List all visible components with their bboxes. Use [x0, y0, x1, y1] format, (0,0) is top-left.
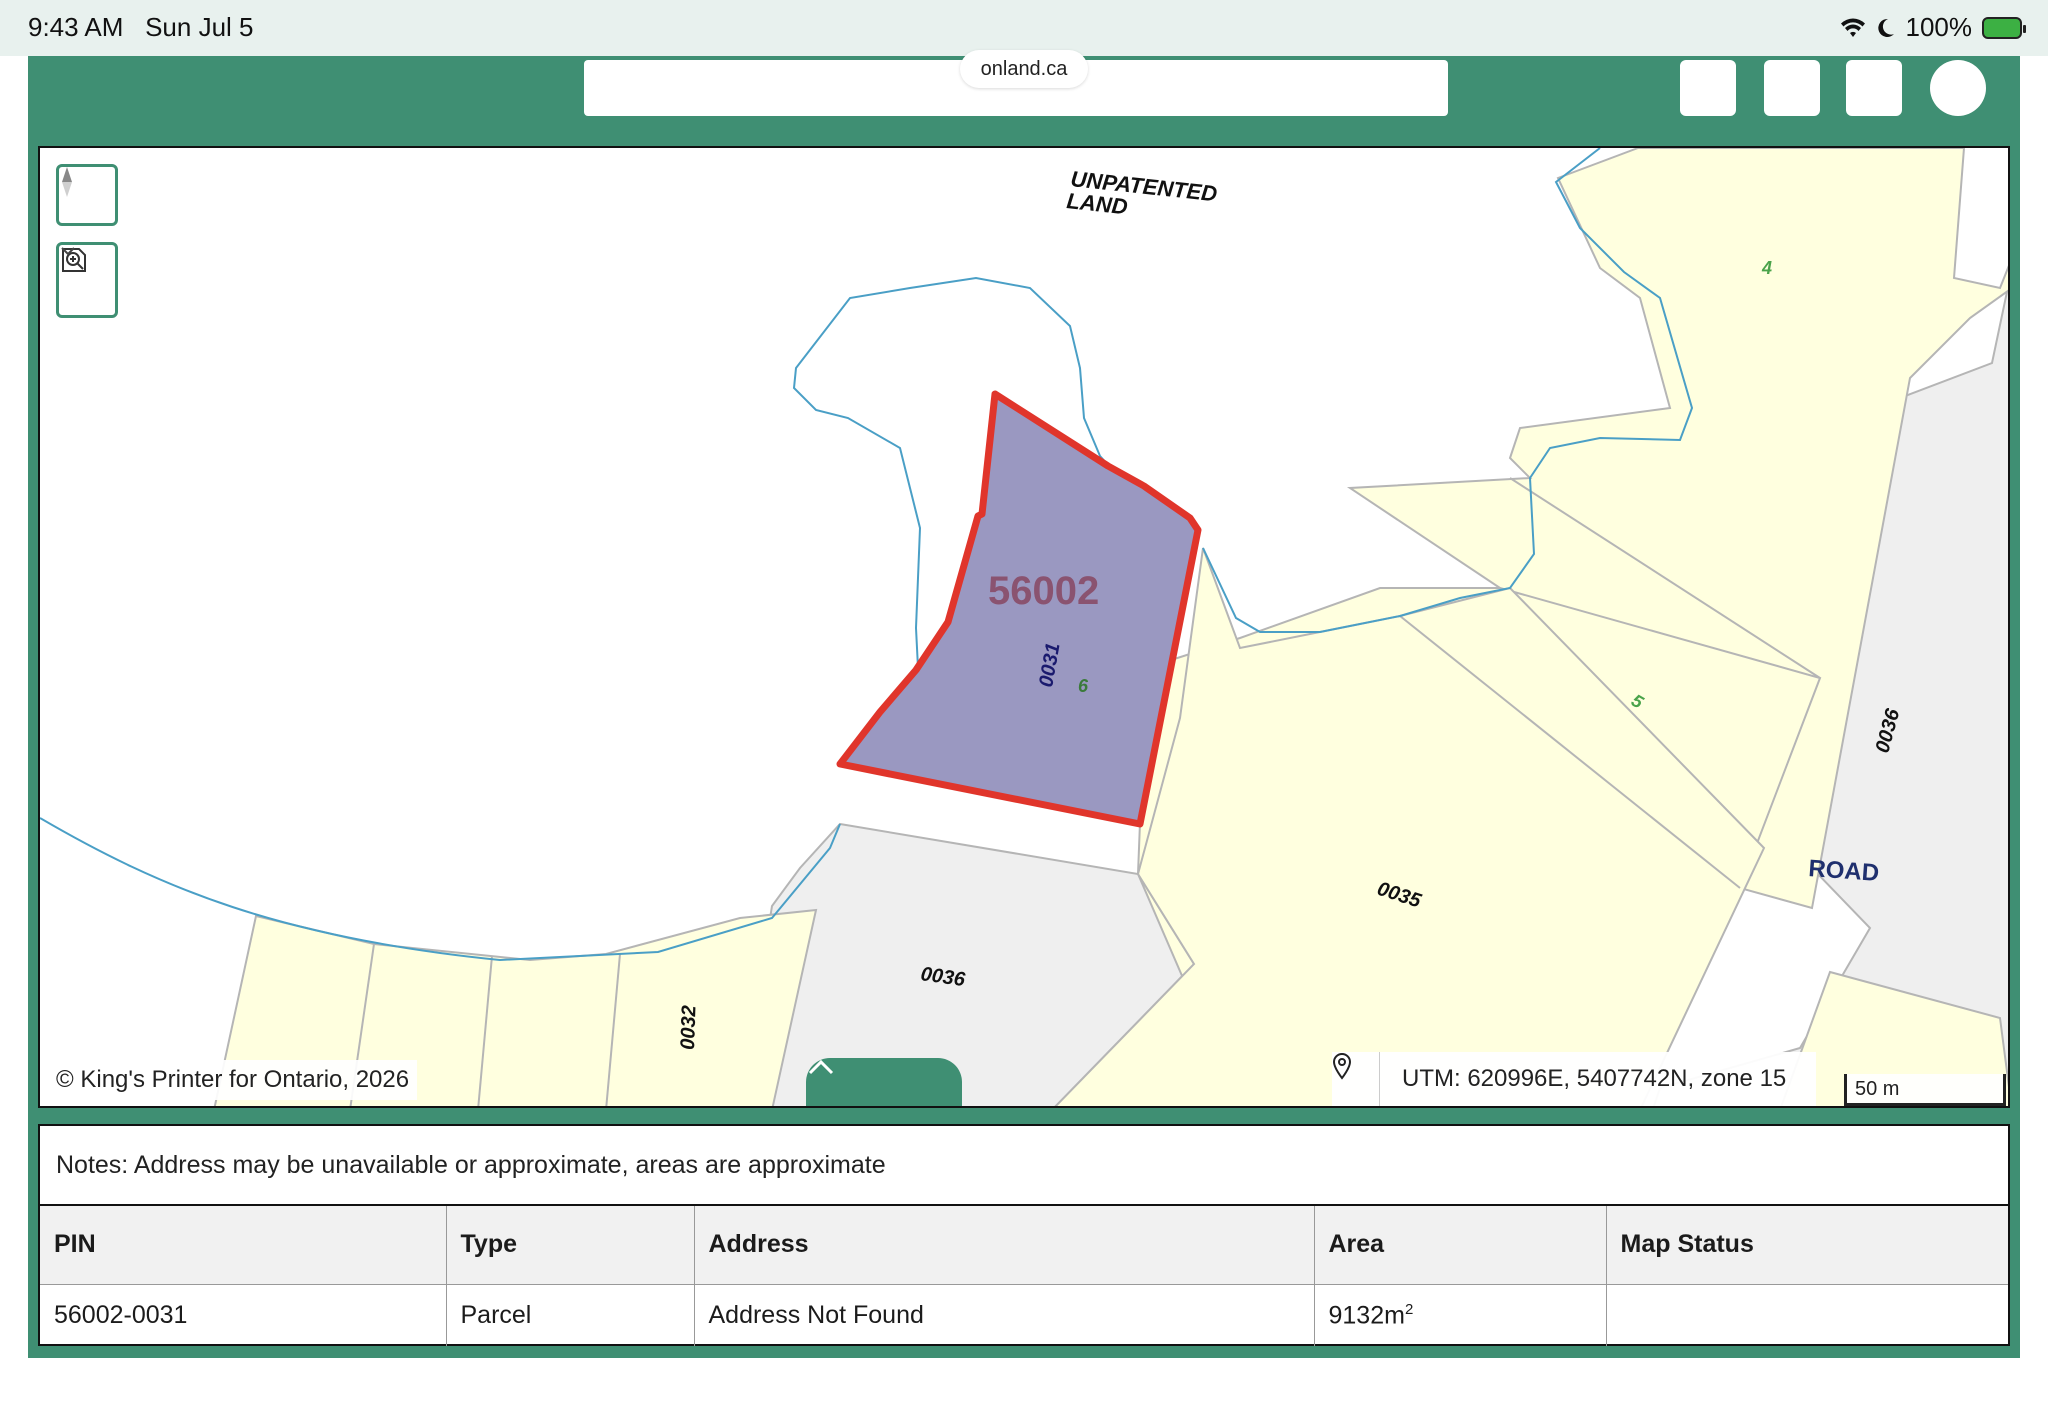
area-unit-superscript: 2: [1404, 1300, 1414, 1318]
cell-address: Address Not Found: [694, 1284, 1315, 1346]
expand-results-button[interactable]: [806, 1058, 962, 1106]
column-header-area[interactable]: Area: [1314, 1206, 1607, 1285]
table-row[interactable]: 56002-0031 Parcel Address Not Found 9132…: [40, 1284, 2008, 1346]
utm-text: UTM: 620996E, 5407742N, zone 15: [1402, 1065, 1787, 1092]
label-road: ROAD: [1808, 855, 1880, 887]
compass-button[interactable]: [56, 164, 118, 226]
header-button-2[interactable]: [1764, 60, 1820, 116]
area-value: 9132m: [1328, 1300, 1405, 1329]
clock-date: Sun Jul 5: [145, 12, 254, 42]
url-pill[interactable]: onland.ca: [960, 50, 1088, 88]
compass-icon: [62, 167, 72, 197]
cell-map-status: [1606, 1284, 2008, 1346]
label-parcel-0032: 0032: [677, 1005, 701, 1050]
header-button-3[interactable]: [1846, 60, 1902, 116]
status-bar: 9:43 AM Sun Jul 5 100%: [0, 0, 2048, 56]
table-header-row: PIN Type Address Area Map Status: [40, 1206, 2008, 1285]
map-canvas[interactable]: UNPATENTED LAND 56002 0031 6 4 5 0035 00…: [38, 146, 2010, 1108]
label-lot-4: 4: [1761, 258, 1772, 278]
cell-area: 9132m2: [1314, 1284, 1607, 1346]
cell-pin[interactable]: 56002-0031: [40, 1284, 447, 1346]
header-button-1[interactable]: [1680, 60, 1736, 116]
label-block-56002: 56002: [988, 569, 1099, 613]
location-pin-button[interactable]: [1332, 1052, 1380, 1106]
battery-percent: 100%: [1905, 12, 1973, 42]
header-button-4[interactable]: [1930, 60, 1986, 116]
column-header-pin[interactable]: PIN: [40, 1206, 447, 1285]
battery-charging-icon: [1982, 16, 2026, 39]
label-land: LAND: [1065, 188, 1128, 219]
clock-time: 9:43 AM: [28, 12, 124, 42]
scale-bar: 50 m: [1844, 1074, 2006, 1106]
results-panel: Notes: Address may be unavailable or app…: [38, 1124, 2010, 1346]
wifi-icon: [1840, 18, 1865, 37]
status-time: 9:43 AM Sun Jul 5: [28, 12, 253, 43]
map-copyright: © King's Printer for Ontario, 2026: [48, 1060, 418, 1100]
column-header-address[interactable]: Address: [694, 1206, 1315, 1285]
cell-type: Parcel: [446, 1284, 695, 1346]
label-lot-6: 6: [1078, 676, 1089, 696]
parcel-map[interactable]: UNPATENTED LAND 56002 0031 6 4 5 0035 00…: [40, 148, 2010, 1108]
chevron-up-icon: [808, 1059, 834, 1075]
column-header-type[interactable]: Type: [446, 1206, 695, 1285]
column-header-map-status[interactable]: Map Status: [1606, 1206, 2008, 1285]
moon-icon: [1877, 18, 1894, 37]
chevron-down-icon: [61, 247, 75, 256]
utm-readout: UTM: 620996E, 5407742N, zone 15: [1332, 1052, 1816, 1106]
results-notes: Notes: Address may be unavailable or app…: [40, 1126, 2008, 1206]
zoom-area-button[interactable]: [56, 242, 118, 318]
location-pin-icon: [1332, 1052, 1352, 1080]
status-indicators: 100%: [1840, 12, 2026, 43]
parcel-table: PIN Type Address Area Map Status 56002-0…: [40, 1206, 2008, 1346]
